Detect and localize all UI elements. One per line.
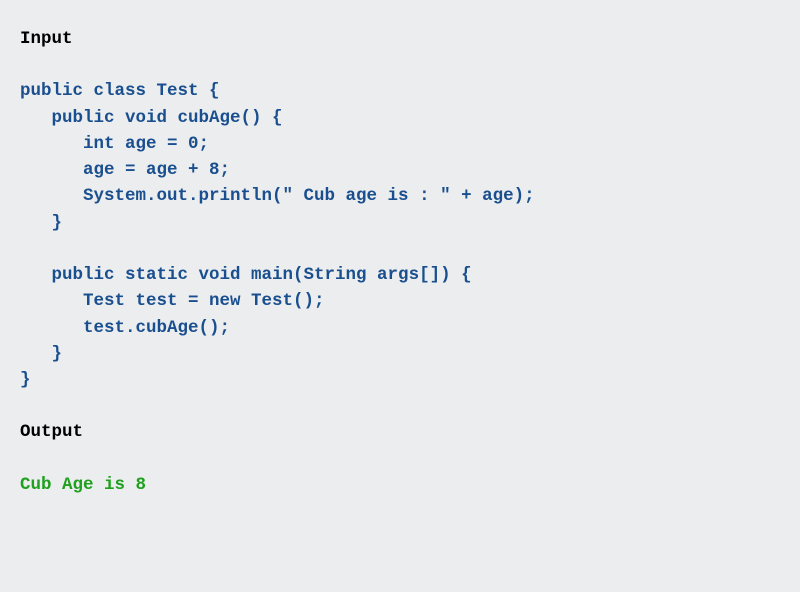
output-heading: Output	[20, 419, 780, 445]
input-heading: Input	[20, 26, 780, 52]
output-text: Cub Age is 8	[20, 472, 780, 498]
code-block: public class Test { public void cubAge()…	[20, 78, 780, 393]
